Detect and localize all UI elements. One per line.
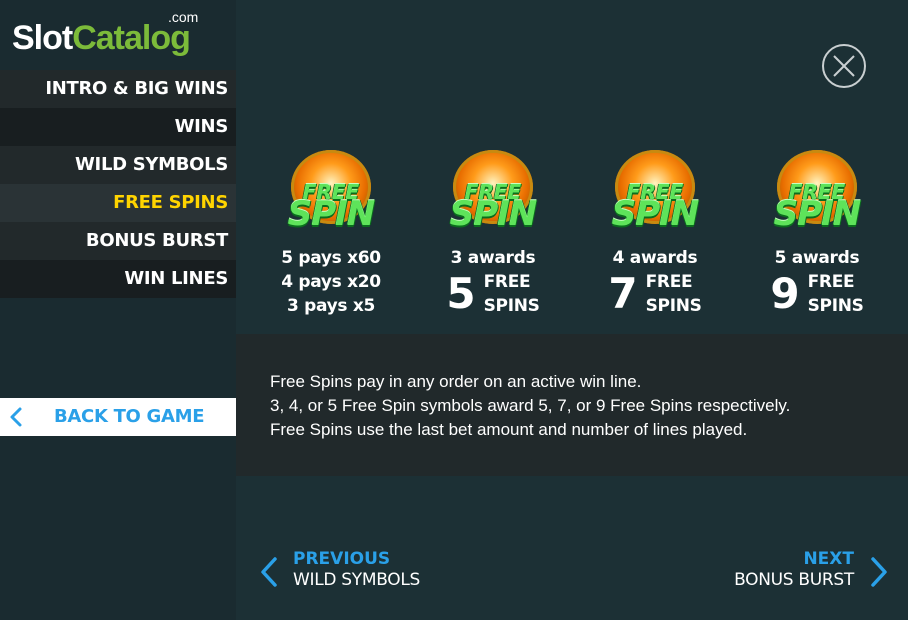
award-free-text: FREE <box>807 272 855 292</box>
award-free-text: FREE <box>645 272 693 292</box>
previous-label: PREVIOUS <box>293 549 391 569</box>
menu-item-win-lines[interactable]: WIN LINES <box>0 260 236 298</box>
symbol-spin-text: SPIN <box>449 194 538 234</box>
pay-line: 3 pays x5 <box>286 296 376 316</box>
award-number: 9 <box>770 269 800 318</box>
description-panel: Free Spins pay in any order on an active… <box>236 334 908 476</box>
next-page-name: BONUS BURST <box>734 570 854 590</box>
free-spin-coin-icon: FREE SPIN <box>769 150 865 240</box>
help-menu: INTRO & BIG WINS WINS WILD SYMBOLS FREE … <box>0 70 236 298</box>
next-page-button[interactable]: NEXT BONUS BURST <box>690 548 890 594</box>
chevron-right-icon <box>871 557 887 587</box>
symbol-payouts: FREE SPIN 5 pays x60 4 pays x20 3 pays x… <box>236 150 908 320</box>
pay-table: 5 pays x60 4 pays x20 3 pays x5 <box>250 246 412 318</box>
award-free-text: FREE <box>483 272 531 292</box>
previous-page-name: WILD SYMBOLS <box>293 570 421 590</box>
logo-com-text: .com <box>168 9 199 25</box>
symbol-spin-text: SPIN <box>773 194 862 234</box>
awards-label: 4 awards <box>612 248 698 268</box>
free-spin-coin-icon: FREE SPIN <box>607 150 703 240</box>
description-line: Free Spins pay in any order on an active… <box>270 372 642 391</box>
back-to-game-button[interactable]: BACK TO GAME <box>0 398 236 436</box>
award-text: FREE SPINS <box>646 270 702 318</box>
awards-label: 5 awards <box>774 248 860 268</box>
menu-item-wins[interactable]: WINS <box>0 108 236 146</box>
menu-item-wild-symbols[interactable]: WILD SYMBOLS <box>0 146 236 184</box>
description-line: Free Spins use the last bet amount and n… <box>270 420 748 439</box>
award-spins-text: SPINS <box>807 296 864 316</box>
award-number: 5 <box>446 269 476 318</box>
description-text: Free Spins pay in any order on an active… <box>270 370 790 442</box>
menu-item-intro[interactable]: INTRO & BIG WINS <box>0 70 236 108</box>
description-line: 3, 4, or 5 Free Spin symbols award 5, 7,… <box>270 396 791 415</box>
menu-item-bonus-burst[interactable]: BONUS BURST <box>0 222 236 260</box>
pay-line: 5 pays x60 <box>281 248 381 268</box>
logo-slot-text: Slot <box>12 19 73 57</box>
chevron-left-icon <box>10 407 22 427</box>
symbol-card: FREE SPIN 5 pays x60 4 pays x20 3 pays x… <box>250 150 412 318</box>
main-panel: FREE SPIN 5 pays x60 4 pays x20 3 pays x… <box>236 0 908 620</box>
award-row: 5 FREE SPINS <box>412 270 574 318</box>
free-spin-coin-icon: FREE SPIN <box>445 150 541 240</box>
award-spins-text: SPINS <box>645 296 702 316</box>
symbol-card: FREE SPIN 3 awards 5 FREE SPINS <box>412 150 574 318</box>
close-button[interactable] <box>822 44 866 88</box>
award-text: FREE SPINS <box>808 270 864 318</box>
awards-label: 3 awards <box>450 248 536 268</box>
logo-text: SlotCatalog <box>12 18 191 58</box>
chevron-left-icon <box>261 557 277 587</box>
award-number: 7 <box>608 269 638 318</box>
symbol-spin-text: SPIN <box>287 194 376 234</box>
symbol-spin-text: SPIN <box>611 194 700 234</box>
symbol-card: FREE SPIN 4 awards 7 FREE SPINS <box>574 150 736 318</box>
previous-page-button[interactable]: PREVIOUS WILD SYMBOLS <box>258 548 458 594</box>
sidebar: SlotCatalog .com INTRO & BIG WINS WINS W… <box>0 0 236 620</box>
back-to-game-label: BACK TO GAME <box>54 406 205 427</box>
free-spin-coin-icon: FREE SPIN <box>283 150 379 240</box>
pay-line: 4 pays x20 <box>281 272 381 292</box>
menu-item-free-spins[interactable]: FREE SPINS <box>0 184 236 222</box>
next-label: NEXT <box>803 549 854 569</box>
award-row: 9 FREE SPINS <box>736 270 898 318</box>
symbol-card: FREE SPIN 5 awards 9 FREE SPINS <box>736 150 898 318</box>
award-spins-text: SPINS <box>483 296 540 316</box>
close-icon <box>833 55 855 77</box>
award-text: FREE SPINS <box>484 270 540 318</box>
award-row: 7 FREE SPINS <box>574 270 736 318</box>
